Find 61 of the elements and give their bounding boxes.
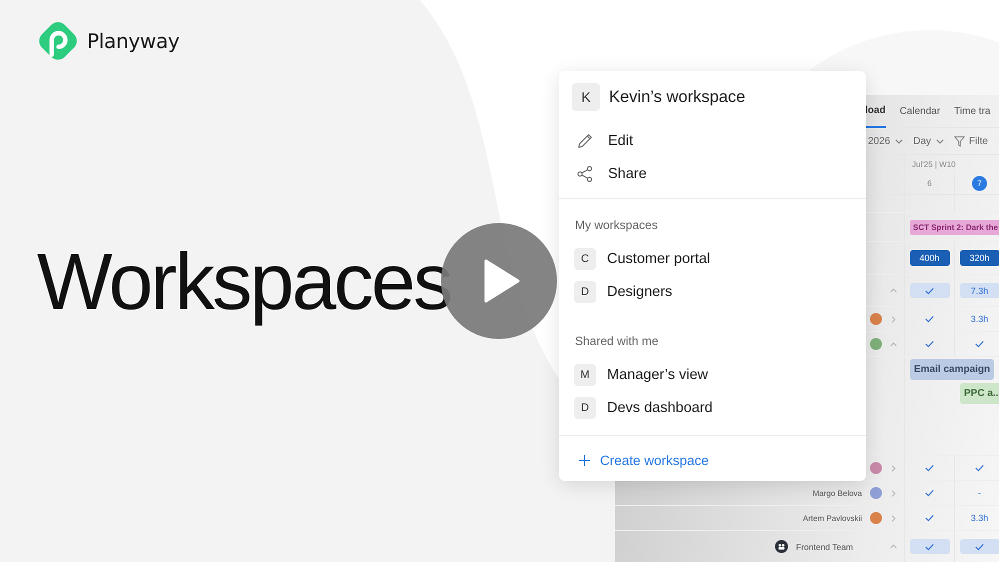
section-title: My workspaces xyxy=(574,218,659,234)
workspace-item[interactable]: D Designers xyxy=(559,275,866,308)
section-title: Shared with me xyxy=(574,334,660,350)
chevron-down-icon xyxy=(936,138,944,144)
chevron-right-icon[interactable] xyxy=(890,514,897,522)
chevron-right-icon[interactable] xyxy=(890,464,897,472)
team-name: Frontend Team xyxy=(796,542,854,552)
week-label: Jul'25 | W10 xyxy=(911,159,957,171)
check-icon xyxy=(925,489,934,497)
create-workspace-button[interactable]: Create workspace xyxy=(559,448,866,472)
capacity-badge: 400h xyxy=(910,250,950,266)
day-number: 7 xyxy=(972,176,987,191)
workspace-initial: C xyxy=(574,248,596,270)
pencil-icon xyxy=(576,132,594,150)
chevron-right-icon[interactable] xyxy=(890,490,897,496)
hours-badge: 7.3h xyxy=(960,283,999,298)
team-icon xyxy=(775,540,788,553)
hours-value: 3.3h xyxy=(970,513,988,523)
check-icon xyxy=(925,315,934,323)
menu-item[interactable]: Share xyxy=(559,157,866,190)
day-number: 6 xyxy=(926,178,933,190)
check-icon xyxy=(975,464,984,472)
workspace-item[interactable]: M Manager’s view xyxy=(559,358,866,391)
scale-dropdown[interactable]: Day xyxy=(913,136,944,146)
tab[interactable]: Time tra xyxy=(954,95,990,128)
chevron-down-icon xyxy=(895,138,904,144)
hours-value: 3.3h xyxy=(970,314,988,324)
tab[interactable]: Calendar xyxy=(900,95,940,128)
filter-icon[interactable] xyxy=(954,136,966,146)
share-icon xyxy=(576,164,594,182)
chevron-right-icon[interactable] xyxy=(890,316,897,322)
check-badge xyxy=(960,539,999,554)
plus-icon xyxy=(579,454,590,466)
period-dropdown[interactable]: 2026 xyxy=(868,136,904,146)
chevron-up-icon[interactable] xyxy=(890,287,897,294)
filter-button[interactable]: Filte xyxy=(969,136,988,146)
capacity-badge: 320h xyxy=(960,250,999,266)
check-icon xyxy=(925,514,934,522)
chevron-up-icon[interactable] xyxy=(890,340,897,348)
hours-value: - xyxy=(978,488,981,498)
brand-name: Planyway xyxy=(87,29,180,53)
check-badge xyxy=(910,539,950,554)
workspace-initial: D xyxy=(574,396,596,418)
workspace-item[interactable]: C Customer portal xyxy=(559,242,866,275)
check-icon xyxy=(925,464,934,472)
workspace-initial: D xyxy=(574,280,596,302)
workspace-title: Kevin’s workspace xyxy=(609,88,746,106)
chevron-up-icon[interactable] xyxy=(890,543,897,550)
task-bar[interactable]: PPC a... xyxy=(960,383,999,404)
person-name: Margo Belova xyxy=(812,488,862,498)
hero-title: Workspaces xyxy=(37,236,451,328)
workspace-item[interactable]: D Devs dashboard xyxy=(559,391,866,424)
task-bar[interactable]: Email campaign xyxy=(910,359,994,380)
sprint-bar[interactable]: SCT Sprint 2: Dark the xyxy=(910,220,999,234)
check-icon xyxy=(925,340,934,348)
check-icon xyxy=(975,340,984,348)
menu-item[interactable]: Edit xyxy=(559,124,866,157)
workspace-initial: M xyxy=(574,364,596,386)
check-badge xyxy=(910,283,950,298)
person-name: Artem Pavlovskii xyxy=(802,514,862,522)
workspace-initial: K xyxy=(572,83,600,111)
